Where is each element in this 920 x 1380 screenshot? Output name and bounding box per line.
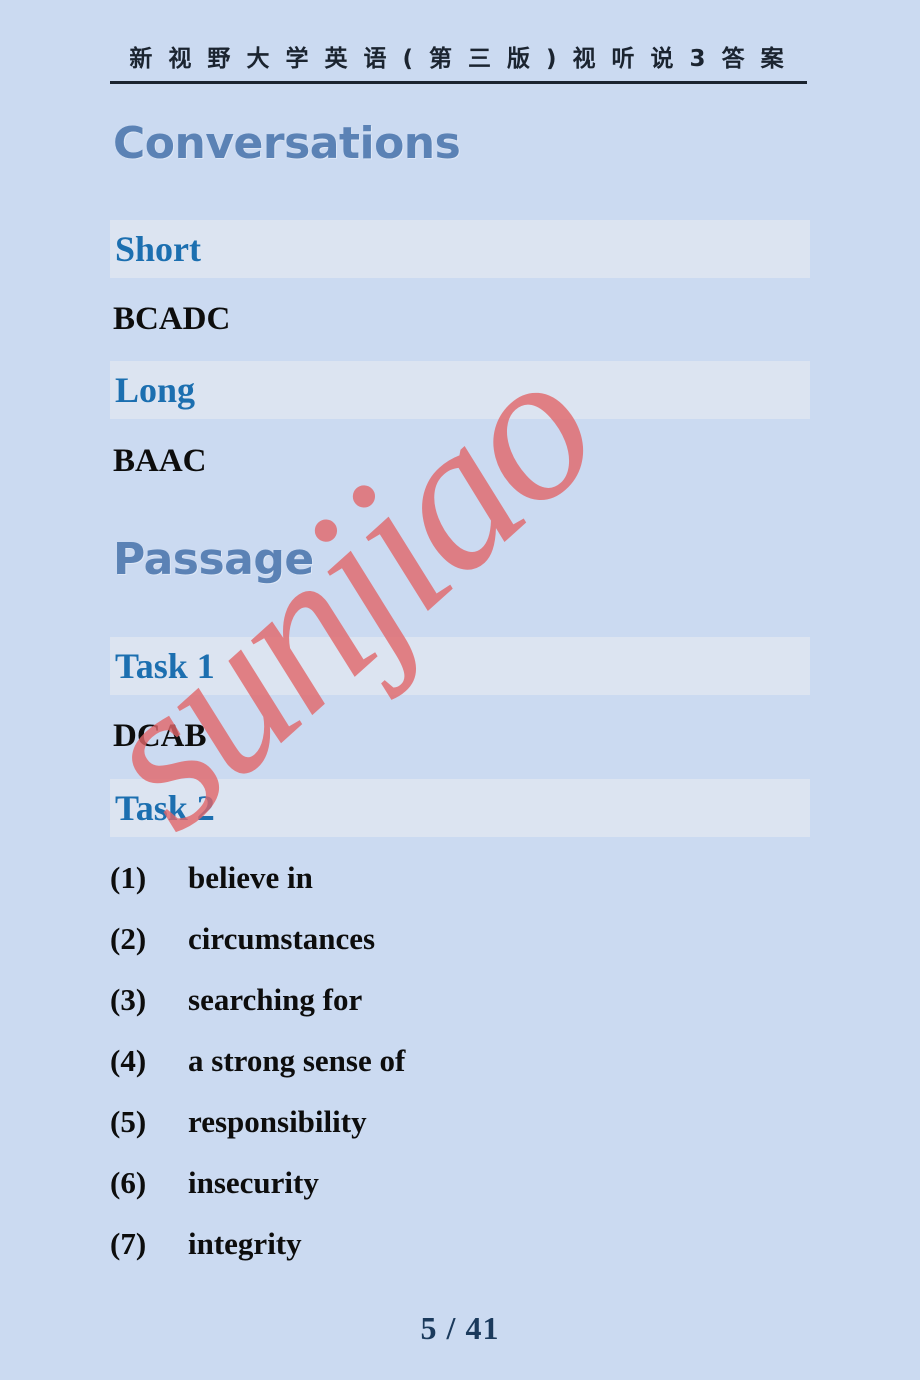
subsection-label-long: Long — [115, 370, 196, 410]
subsection-label-task1: Task 1 — [115, 646, 215, 686]
answer-list-item: (5) responsibility — [110, 1104, 810, 1165]
answer-long: BAAC — [113, 443, 207, 479]
answer-item-number: (2) — [110, 921, 147, 956]
document-page: 新 视 野 大 学 英 语 ( 第 三 版 ) 视 听 说 3 答 案 Conv… — [0, 0, 920, 1380]
answer-item-text: searching for — [188, 982, 363, 1017]
answer-item-text: believe in — [188, 860, 313, 895]
answer-item-number: (7) — [110, 1226, 147, 1261]
answer-item-number: (4) — [110, 1043, 147, 1078]
answer-list-item: (1) believe in — [110, 860, 810, 921]
answer-list-item: (2) circumstances — [110, 921, 810, 982]
answer-list-item: (4) a strong sense of — [110, 1043, 810, 1104]
answer-task1: DCAB — [113, 718, 207, 754]
answer-item-text: integrity — [188, 1226, 302, 1261]
answer-item-number: (5) — [110, 1104, 147, 1139]
answer-list-item: (7) integrity — [110, 1226, 810, 1287]
answer-item-number: (6) — [110, 1165, 147, 1200]
answer-item-text: circumstances — [188, 921, 376, 956]
page-number-indicator: 5 / 41 — [420, 1310, 500, 1346]
answer-item-text: a strong sense of — [188, 1043, 406, 1078]
subsection-label-short: Short — [115, 229, 202, 269]
answer-list-item: (3) searching for — [110, 982, 810, 1043]
subsection-band-short: Short — [110, 220, 810, 278]
answer-list-item: (6) insecurity — [110, 1165, 810, 1226]
answer-list-task2: (1) believe in (2) circumstances (3) searchin… — [110, 860, 810, 1287]
document-header: 新 视 野 大 学 英 语 ( 第 三 版 ) 视 听 说 3 答 案 — [110, 44, 807, 84]
section-heading-conversations: Conversations — [113, 118, 461, 169]
answer-item-text: insecurity — [188, 1165, 319, 1200]
answer-item-number: (1) — [110, 860, 147, 895]
subsection-label-task2: Task 2 — [115, 788, 215, 828]
answer-short: BCADC — [113, 301, 231, 337]
subsection-band-long: Long — [110, 361, 810, 419]
answer-item-text: responsibility — [188, 1104, 367, 1139]
subsection-band-task2: Task 2 — [110, 779, 810, 837]
answer-item-number: (3) — [110, 982, 147, 1017]
document-header-title: 新 视 野 大 学 英 语 ( 第 三 版 ) 视 听 说 3 答 案 — [129, 46, 788, 72]
section-heading-passage: Passage — [113, 534, 314, 585]
subsection-band-task1: Task 1 — [110, 637, 810, 695]
